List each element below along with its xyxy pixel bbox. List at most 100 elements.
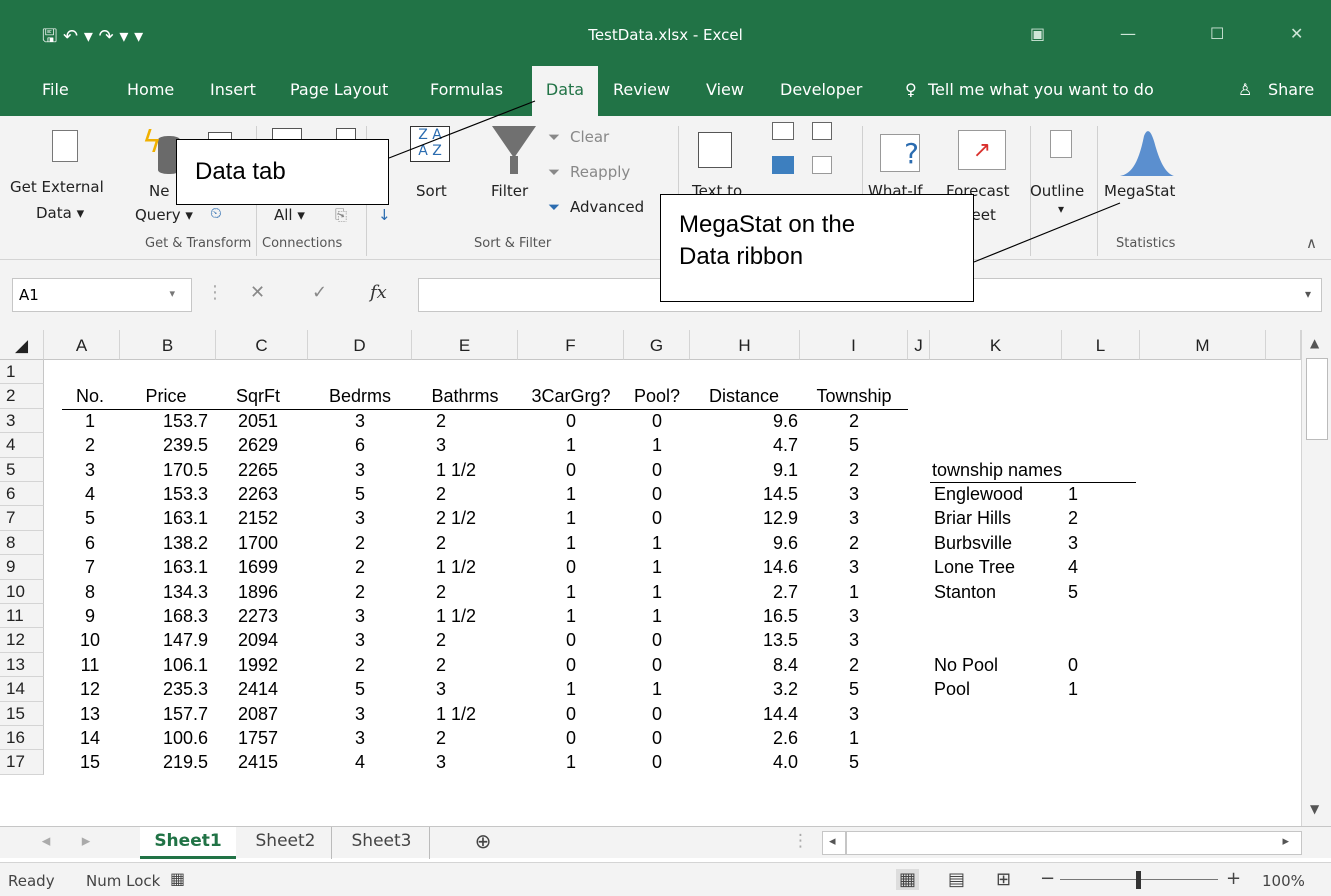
- ribbon-display-icon[interactable]: ▣: [1030, 24, 1045, 43]
- outline-button[interactable]: Outline: [1030, 182, 1084, 200]
- cell-data[interactable]: 1896: [216, 582, 300, 603]
- macro-record-icon[interactable]: ▦: [170, 869, 185, 888]
- reapply-button[interactable]: Reapply: [570, 163, 630, 181]
- cell-data[interactable]: 0: [624, 752, 690, 773]
- cell-data[interactable]: 3: [308, 728, 412, 749]
- cell-data[interactable]: 134.3: [120, 582, 208, 603]
- cell-data[interactable]: 2: [308, 655, 412, 676]
- cell-data[interactable]: 1: [518, 508, 624, 529]
- advanced-filter-button[interactable]: Advanced: [570, 198, 644, 216]
- megastat-button[interactable]: MegaStat: [1104, 182, 1175, 200]
- scroll-up-icon[interactable]: ▲: [1310, 336, 1319, 350]
- cell-data[interactable]: 163.1: [120, 557, 208, 578]
- new-sheet-icon[interactable]: ⊕: [468, 827, 498, 859]
- cell-data[interactable]: 1: [518, 679, 624, 700]
- cell-data[interactable]: 2629: [216, 435, 300, 456]
- cell-data[interactable]: 14: [60, 728, 120, 749]
- cell-data[interactable]: 1992: [216, 655, 300, 676]
- cell-data[interactable]: 5: [308, 484, 412, 505]
- minimize-icon[interactable]: —: [1120, 24, 1136, 43]
- cell-data[interactable]: 0: [624, 508, 690, 529]
- cell-data[interactable]: 106.1: [120, 655, 208, 676]
- scroll-tabs-right-icon[interactable]: ▸: [76, 827, 96, 859]
- sheet-tab-2[interactable]: Sheet2: [240, 827, 332, 859]
- cell-data[interactable]: 2: [800, 411, 908, 432]
- cell-data[interactable]: 0: [518, 557, 624, 578]
- hscroll-left-icon[interactable]: ◂: [829, 834, 836, 849]
- cell-data[interactable]: 153.3: [120, 484, 208, 505]
- cell-data[interactable]: 2415: [216, 752, 300, 773]
- cell-data[interactable]: 153.7: [120, 411, 208, 432]
- row-header-15[interactable]: 15: [0, 701, 44, 726]
- get-external-data-button[interactable]: Get External: [10, 178, 104, 196]
- cell-data[interactable]: 11: [60, 655, 120, 676]
- cell-data[interactable]: 0: [624, 704, 690, 725]
- tab-view[interactable]: View: [706, 80, 744, 99]
- cell-data[interactable]: 3: [60, 460, 120, 481]
- cell-data[interactable]: 1: [624, 435, 690, 456]
- cell-data[interactable]: 2094: [216, 630, 300, 651]
- row-header-6[interactable]: 6: [0, 482, 44, 507]
- cell-data[interactable]: 1: [624, 679, 690, 700]
- cell-data[interactable]: 5: [308, 679, 412, 700]
- cell-data[interactable]: 1: [518, 484, 624, 505]
- cell-data[interactable]: 2414: [216, 679, 300, 700]
- column-header-d[interactable]: D: [308, 330, 412, 360]
- name-box-dropdown-icon[interactable]: ▾: [169, 287, 175, 300]
- cell-data[interactable]: 3: [800, 606, 908, 627]
- legend-code[interactable]: 1: [1068, 484, 1078, 505]
- column-header-m[interactable]: M: [1140, 330, 1266, 360]
- cell-data[interactable]: 163.1: [120, 508, 208, 529]
- collapse-ribbon-icon[interactable]: ∧: [1306, 234, 1317, 252]
- hscroll-right-icon[interactable]: ▸: [1282, 834, 1289, 849]
- cell-data[interactable]: 9.6: [690, 411, 798, 432]
- row-header-17[interactable]: 17: [0, 750, 44, 775]
- cell-data[interactable]: 100.6: [120, 728, 208, 749]
- cell-data[interactable]: 2: [308, 557, 412, 578]
- tab-insert[interactable]: Insert: [210, 80, 256, 99]
- tab-review[interactable]: Review: [613, 80, 670, 99]
- cell-data[interactable]: 2263: [216, 484, 300, 505]
- pool-code[interactable]: 0: [1068, 655, 1078, 676]
- cell-data[interactable]: 0: [624, 630, 690, 651]
- cell-data[interactable]: 2: [308, 582, 412, 603]
- legend-code[interactable]: 5: [1068, 582, 1078, 603]
- cell-data[interactable]: 1: [518, 533, 624, 554]
- cell-data[interactable]: 1: [624, 557, 690, 578]
- cell-data[interactable]: 14.4: [690, 704, 798, 725]
- consolidate-icon[interactable]: [812, 122, 832, 140]
- legend-name[interactable]: Lone Tree: [934, 557, 1015, 578]
- cell-data[interactable]: 3: [308, 630, 412, 651]
- column-header-g[interactable]: G: [624, 330, 690, 360]
- cell-data[interactable]: 2.7: [690, 582, 798, 603]
- cell-data[interactable]: 2.6: [690, 728, 798, 749]
- cell-data[interactable]: 9.6: [690, 533, 798, 554]
- pool-name[interactable]: Pool: [934, 679, 970, 700]
- tab-home[interactable]: Home: [127, 80, 174, 99]
- legend-code[interactable]: 4: [1068, 557, 1078, 578]
- row-header-16[interactable]: 16: [0, 726, 44, 751]
- relationships-icon[interactable]: [812, 156, 832, 174]
- column-header-l[interactable]: L: [1062, 330, 1140, 360]
- column-header-e[interactable]: E: [412, 330, 518, 360]
- cell-data[interactable]: 2: [800, 460, 908, 481]
- cell-data[interactable]: 1: [518, 606, 624, 627]
- filter-button[interactable]: Filter: [491, 182, 528, 200]
- cell-data[interactable]: 0: [624, 411, 690, 432]
- cell-data[interactable]: 12.9: [690, 508, 798, 529]
- cell-data[interactable]: 3: [800, 484, 908, 505]
- cell-data[interactable]: 6: [308, 435, 412, 456]
- row-header-1[interactable]: 1: [0, 360, 44, 385]
- normal-view-icon[interactable]: ▦: [896, 869, 920, 890]
- cell-data[interactable]: 138.2: [120, 533, 208, 554]
- cell-data[interactable]: 1: [518, 582, 624, 603]
- tab-data[interactable]: Data: [532, 66, 598, 116]
- expand-formula-bar-icon[interactable]: ▾: [1305, 287, 1311, 301]
- row-header-12[interactable]: 12: [0, 628, 44, 653]
- column-header-a[interactable]: A: [44, 330, 120, 360]
- cell-data[interactable]: 9: [60, 606, 120, 627]
- cell-data[interactable]: 6: [60, 533, 120, 554]
- clear-button[interactable]: Clear: [570, 128, 609, 146]
- cell-data[interactable]: 12: [60, 679, 120, 700]
- cell-data[interactable]: 239.5: [120, 435, 208, 456]
